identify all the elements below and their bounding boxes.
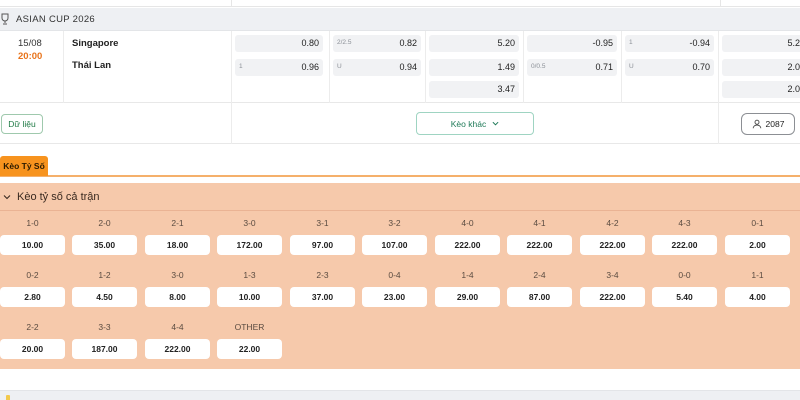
score-odd-button[interactable]: 35.00 [72, 235, 137, 255]
more-odds-button[interactable]: Kèo khác [416, 112, 534, 135]
league-cup-icon [1, 13, 9, 25]
chevron-down-icon [492, 121, 499, 126]
score-odd-button[interactable]: 5.40 [652, 287, 717, 307]
score-odd-button[interactable]: 23.00 [362, 287, 427, 307]
home-team-name: Singapore [72, 38, 119, 49]
score-odd-button[interactable]: 222.00 [145, 339, 210, 359]
odds-cell[interactable]: 2/2.5 0.82 [333, 35, 421, 52]
score-odd-button[interactable]: 10.00 [217, 287, 282, 307]
score-odd-button[interactable]: 97.00 [290, 235, 355, 255]
match-actions-row: Dữ liệu Kèo khác 2087 [0, 103, 800, 144]
score-odd-button[interactable]: 20.00 [0, 339, 65, 359]
score-odd-button[interactable]: 222.00 [580, 235, 645, 255]
next-section-strip [0, 390, 800, 400]
odds-cell[interactable]: 5.20 [429, 35, 519, 52]
odds-cell[interactable]: 0.80 [235, 35, 323, 52]
odds-cell[interactable]: 5.2 [722, 35, 800, 52]
score-odd-button[interactable]: 2.80 [0, 287, 65, 307]
user-icon [752, 119, 761, 129]
match-date: 15/08 [18, 38, 42, 49]
score-odd-button[interactable]: 222.00 [652, 235, 717, 255]
score-odd-button[interactable]: 18.00 [145, 235, 210, 255]
odds-cell[interactable]: U 0.94 [333, 59, 421, 76]
league-name: ASIAN CUP 2026 [16, 13, 96, 25]
score-odd-button[interactable]: 10.00 [0, 235, 65, 255]
score-odd-button[interactable]: 222.00 [435, 235, 500, 255]
score-odd-button[interactable]: 172.00 [217, 235, 282, 255]
page: ASIAN CUP 2026 15/08 20:00 Singapore Thá… [0, 0, 800, 400]
score-odd-button[interactable]: 87.00 [507, 287, 572, 307]
score-odd-button[interactable]: 107.00 [362, 235, 427, 255]
away-team-name: Thái Lan [72, 60, 112, 71]
odds-cell[interactable]: 2.0 [722, 81, 800, 98]
odds-cell[interactable]: 2.0 [722, 59, 800, 76]
top-divider-strip [0, 0, 800, 7]
odds-cell[interactable]: 0/0.5 0.71 [527, 59, 617, 76]
odds-cell[interactable]: -0.95 [527, 35, 617, 52]
score-odd-button[interactable]: 37.00 [290, 287, 355, 307]
score-odd-button[interactable]: 222.00 [580, 287, 645, 307]
league-marker-icon [6, 395, 10, 400]
odds-cell[interactable]: U 0.70 [625, 59, 714, 76]
score-odd-button[interactable]: 187.00 [72, 339, 137, 359]
score-odd-button[interactable]: 2.00 [725, 235, 790, 255]
match-row: 15/08 20:00 Singapore Thái Lan 0.80 1 0.… [0, 31, 800, 103]
score-odd-button[interactable]: 222.00 [507, 235, 572, 255]
chevron-down-icon [3, 194, 11, 199]
score-odd-button[interactable]: 22.00 [217, 339, 282, 359]
panel-header[interactable]: Kèo tỷ số cả trận [0, 183, 800, 211]
tab-correct-score[interactable]: Kèo Tỷ Số [0, 156, 48, 176]
viewer-count-button[interactable]: 2087 [741, 113, 795, 135]
tab-underline [0, 175, 800, 177]
odds-cell[interactable]: 1 0.96 [235, 59, 323, 76]
score-odd-button[interactable]: 29.00 [435, 287, 500, 307]
correct-score-panel: Kèo tỷ số cả trận 1-0 10.00 2-0 35.00 2-… [0, 183, 800, 369]
score-odd-button[interactable]: 4.00 [725, 287, 790, 307]
odds-cell[interactable]: 1 -0.94 [625, 35, 714, 52]
panel-title: Kèo tỷ số cả trận [17, 190, 100, 203]
data-button[interactable]: Dữ liệu [1, 114, 43, 134]
odds-cell[interactable]: 3.47 [429, 81, 519, 98]
match-time: 20:00 [18, 51, 43, 62]
odds-cell[interactable]: 1.49 [429, 59, 519, 76]
score-odd-button[interactable]: 4.50 [72, 287, 137, 307]
league-header[interactable]: ASIAN CUP 2026 [0, 8, 800, 31]
score-odd-button[interactable]: 8.00 [145, 287, 210, 307]
